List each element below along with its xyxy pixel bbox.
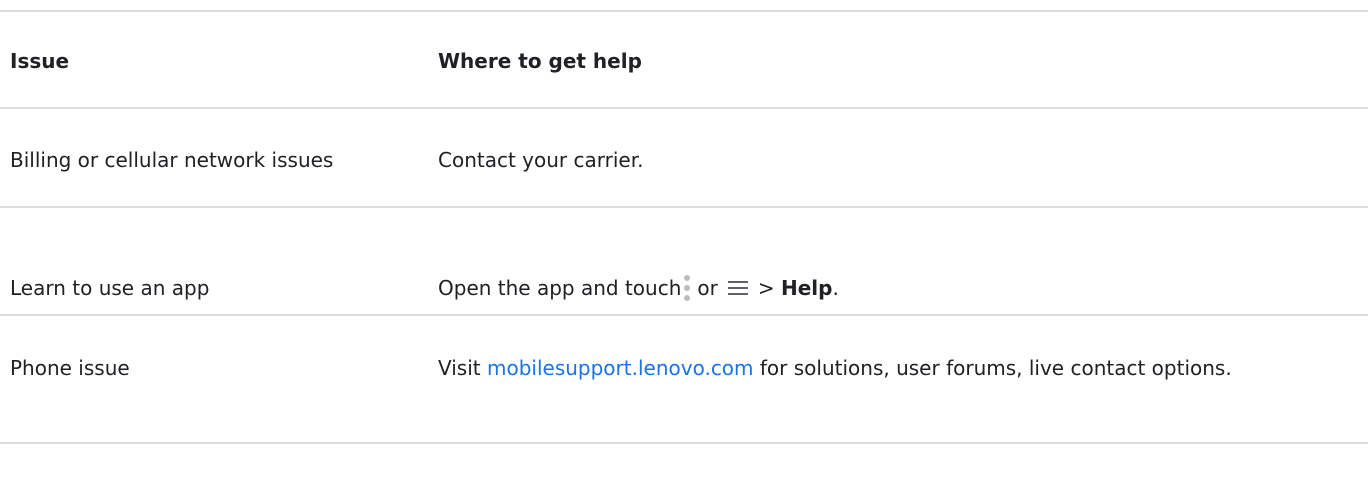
issue-cell-phone: Phone issue bbox=[10, 356, 130, 380]
help-text-or: or bbox=[697, 276, 718, 300]
help-cell-phone: Visit mobilesupport.lenovo.com for solut… bbox=[438, 351, 1358, 385]
mobilesupport-link[interactable]: mobilesupport.lenovo.com bbox=[487, 356, 754, 380]
issue-cell-billing: Billing or cellular network issues bbox=[10, 148, 334, 172]
menu-icon bbox=[727, 281, 748, 295]
help-text-visit: Visit bbox=[438, 356, 481, 380]
issue-cell-learn-app: Learn to use an app bbox=[10, 276, 210, 300]
help-column-header: Where to get help bbox=[438, 49, 642, 73]
help-text-arrow: > bbox=[757, 276, 775, 300]
help-text-open-app: Open the app and touch bbox=[438, 276, 682, 300]
help-text-help: Help bbox=[780, 276, 833, 300]
header-divider bbox=[0, 107, 1368, 109]
help-table: Issue Where to get help Billing or cellu… bbox=[0, 0, 1368, 480]
help-cell-billing: Contact your carrier. bbox=[438, 148, 644, 172]
row-divider bbox=[0, 206, 1368, 208]
table-bottom-border bbox=[0, 442, 1368, 444]
row-divider bbox=[0, 314, 1368, 316]
issue-column-header: Issue bbox=[10, 49, 70, 73]
help-text-period: . bbox=[832, 276, 839, 300]
table-top-border bbox=[0, 10, 1368, 12]
help-text-solutions: for solutions, user forums, live contact… bbox=[759, 356, 1232, 380]
help-cell-learn-app: Open the app and touch or > Help. bbox=[438, 271, 839, 305]
more-vert-icon bbox=[683, 275, 691, 301]
